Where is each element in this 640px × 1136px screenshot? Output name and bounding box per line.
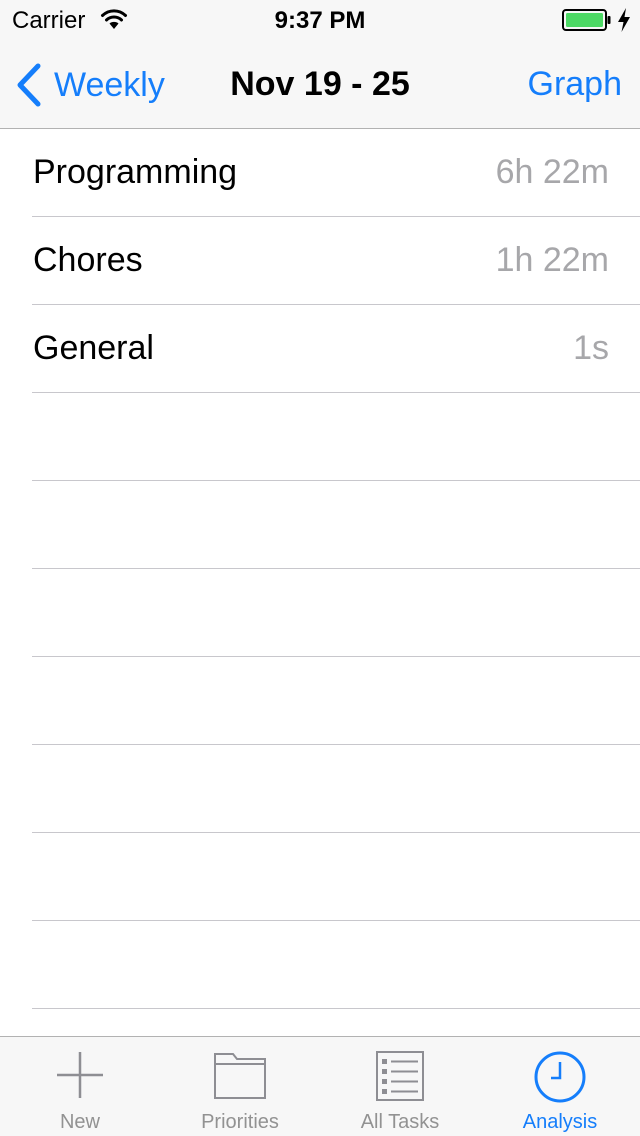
tab-label: All Tasks xyxy=(360,1111,440,1133)
tab-bar: New Priorities All Tasks Analysis xyxy=(0,1036,640,1136)
chevron-left-icon xyxy=(17,63,41,107)
row-title: Chores xyxy=(33,241,143,279)
row-title: Programming xyxy=(33,153,238,191)
plus-icon xyxy=(57,1052,103,1098)
empty-row xyxy=(0,657,640,745)
back-button[interactable]: Weekly xyxy=(14,62,165,108)
tab-priorities[interactable]: Priorities xyxy=(160,1037,320,1136)
list-item-chores[interactable]: Chores 1h 22m xyxy=(0,217,640,305)
graph-button[interactable]: Graph xyxy=(528,65,623,104)
empty-row xyxy=(0,393,640,481)
row-duration: 6h 22m xyxy=(495,153,609,191)
tab-analysis[interactable]: Analysis xyxy=(480,1037,640,1136)
empty-row xyxy=(0,745,640,833)
empty-row xyxy=(0,569,640,657)
category-time-list: Programming 6h 22m Chores 1h 22m General… xyxy=(0,129,640,1036)
navigation-bar: Weekly Nov 19 - 25 Graph xyxy=(0,40,640,129)
charging-icon xyxy=(618,8,630,32)
tab-all-tasks[interactable]: All Tasks xyxy=(320,1037,480,1136)
row-duration: 1h 22m xyxy=(495,241,609,279)
status-time: 9:37 PM xyxy=(274,7,366,34)
empty-row xyxy=(0,921,640,1009)
tab-label: New xyxy=(59,1111,100,1133)
tab-new[interactable]: New xyxy=(0,1037,160,1136)
status-bar: Carrier 9:37 PM xyxy=(0,0,640,40)
clock-icon xyxy=(534,1051,586,1103)
row-duration: 1s xyxy=(573,329,609,367)
empty-row xyxy=(0,833,640,921)
list-item-programming[interactable]: Programming 6h 22m xyxy=(0,129,640,217)
list-icon xyxy=(376,1051,424,1101)
empty-row xyxy=(0,481,640,569)
battery-icon xyxy=(562,9,611,31)
tab-label: Priorities xyxy=(201,1111,279,1133)
tab-label: Analysis xyxy=(522,1111,598,1133)
folder-icon xyxy=(214,1053,266,1099)
back-button-label: Weekly xyxy=(54,65,165,104)
row-title: General xyxy=(33,329,154,367)
list-item-general[interactable]: General 1s xyxy=(0,305,640,393)
